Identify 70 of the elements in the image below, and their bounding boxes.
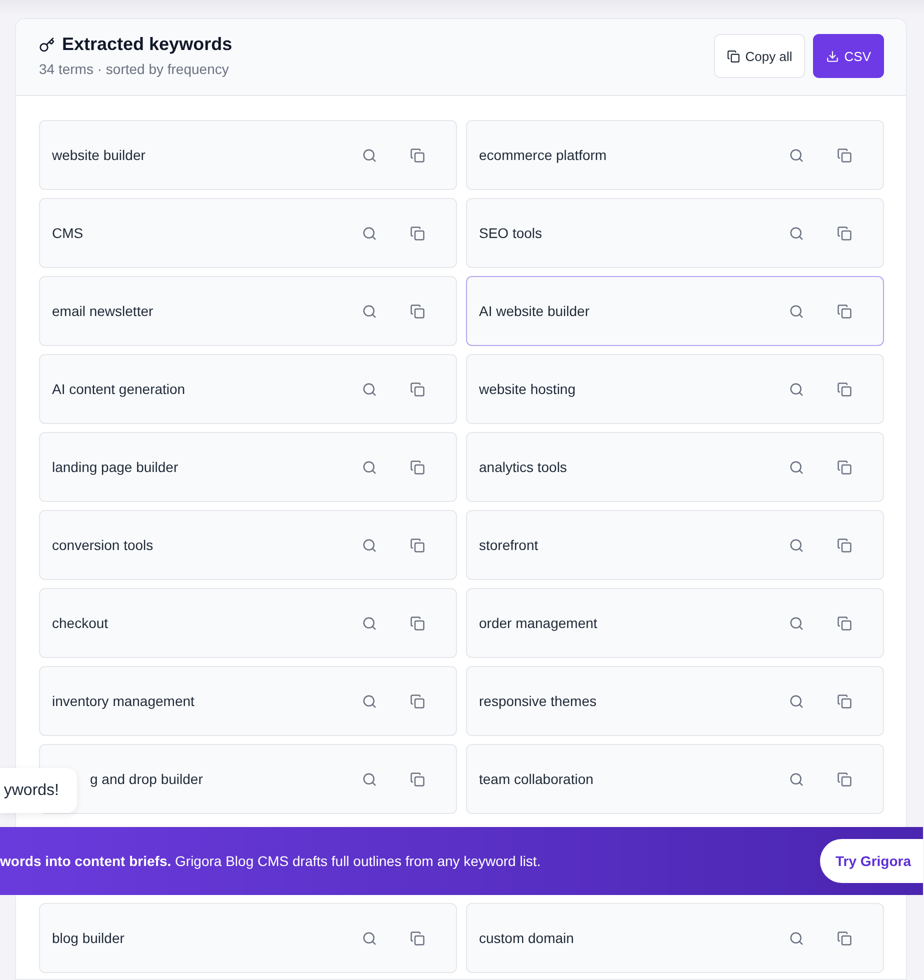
- search-icon[interactable]: [788, 460, 804, 474]
- copy-icon[interactable]: [410, 772, 424, 786]
- keyword-text: g and drop builder: [89, 771, 204, 787]
- search-icon[interactable]: [362, 616, 376, 630]
- keyword-text: ecommerce platform: [479, 147, 608, 163]
- copy-icon[interactable]: [410, 226, 424, 240]
- search-icon[interactable]: [362, 148, 376, 162]
- search-icon[interactable]: [362, 460, 376, 474]
- copy-icon[interactable]: [410, 148, 424, 162]
- search-icon[interactable]: [362, 694, 376, 708]
- keyword-text: website hosting: [479, 381, 577, 397]
- search-icon[interactable]: [788, 148, 804, 162]
- copy-icon[interactable]: [410, 930, 424, 946]
- search-icon[interactable]: [788, 616, 804, 630]
- card-subtitle: 34 terms · sorted by frequency: [39, 61, 230, 77]
- keyword-text: email newsletter: [52, 303, 154, 319]
- copy-icon[interactable]: [836, 694, 852, 708]
- search-icon[interactable]: [788, 772, 804, 786]
- copy-icon[interactable]: [410, 538, 424, 552]
- copy-icon[interactable]: [410, 616, 424, 630]
- csv-button[interactable]: CSV: [813, 34, 884, 78]
- keyword-text: blog builder: [52, 930, 126, 946]
- copy-icon[interactable]: [836, 772, 852, 786]
- keyword-text: AI content generation: [52, 381, 186, 397]
- copy-icon[interactable]: [410, 304, 424, 318]
- copy-icon[interactable]: [836, 382, 852, 396]
- copy-icon: [727, 50, 740, 62]
- copy-icon[interactable]: [836, 226, 852, 240]
- keyword-text: website builder: [52, 147, 146, 163]
- search-icon[interactable]: [788, 694, 804, 708]
- keyword-text: analytics tools: [479, 459, 568, 475]
- search-icon[interactable]: [788, 930, 804, 946]
- copy-icon[interactable]: [410, 460, 424, 474]
- keyword-text: custom domain: [479, 930, 575, 946]
- search-icon[interactable]: [362, 930, 376, 946]
- keyword-text: checkout: [52, 615, 110, 631]
- search-icon[interactable]: [362, 772, 376, 786]
- key-icon: [39, 36, 55, 52]
- copy-icon[interactable]: [410, 382, 424, 396]
- copy-icon[interactable]: [836, 148, 852, 162]
- copy-icon[interactable]: [410, 694, 424, 708]
- keyword-text: responsive themes: [479, 693, 598, 709]
- download-icon: [826, 50, 840, 62]
- copy-icon[interactable]: [836, 460, 852, 474]
- search-icon[interactable]: [362, 538, 376, 552]
- keyword-text: CMS: [52, 225, 84, 241]
- keyword-text: SEO tools: [479, 225, 544, 241]
- copy-icon[interactable]: [836, 538, 852, 552]
- banner-text: words into content briefs. Grigora Blog CMS drafts full outlines from any keyword list.: [0, 853, 541, 869]
- keyword-text: conversion tools: [52, 537, 154, 553]
- card-title: Extracted keywords: [62, 34, 232, 55]
- try-button[interactable]: Try Grigora: [820, 839, 923, 883]
- search-icon[interactable]: [788, 304, 804, 318]
- search-icon[interactable]: [362, 226, 376, 240]
- toast: ywords!: [0, 768, 77, 813]
- copy-icon[interactable]: [836, 304, 852, 318]
- search-icon[interactable]: [788, 382, 804, 396]
- keyword-text: team collaboration: [479, 771, 594, 787]
- keyword-text: inventory management: [52, 693, 196, 709]
- keyword-text: order management: [479, 615, 598, 631]
- copy-icon[interactable]: [836, 930, 852, 946]
- copy-icon[interactable]: [836, 616, 852, 630]
- copy-all-button[interactable]: Copy all: [714, 34, 806, 78]
- keyword-text: landing page builder: [52, 459, 180, 475]
- keyword-text: AI website builder: [479, 303, 591, 319]
- search-icon[interactable]: [788, 226, 804, 240]
- keyword-text: storefront: [479, 537, 540, 553]
- search-icon[interactable]: [788, 538, 804, 552]
- search-icon[interactable]: [362, 304, 376, 318]
- search-icon[interactable]: [362, 382, 376, 396]
